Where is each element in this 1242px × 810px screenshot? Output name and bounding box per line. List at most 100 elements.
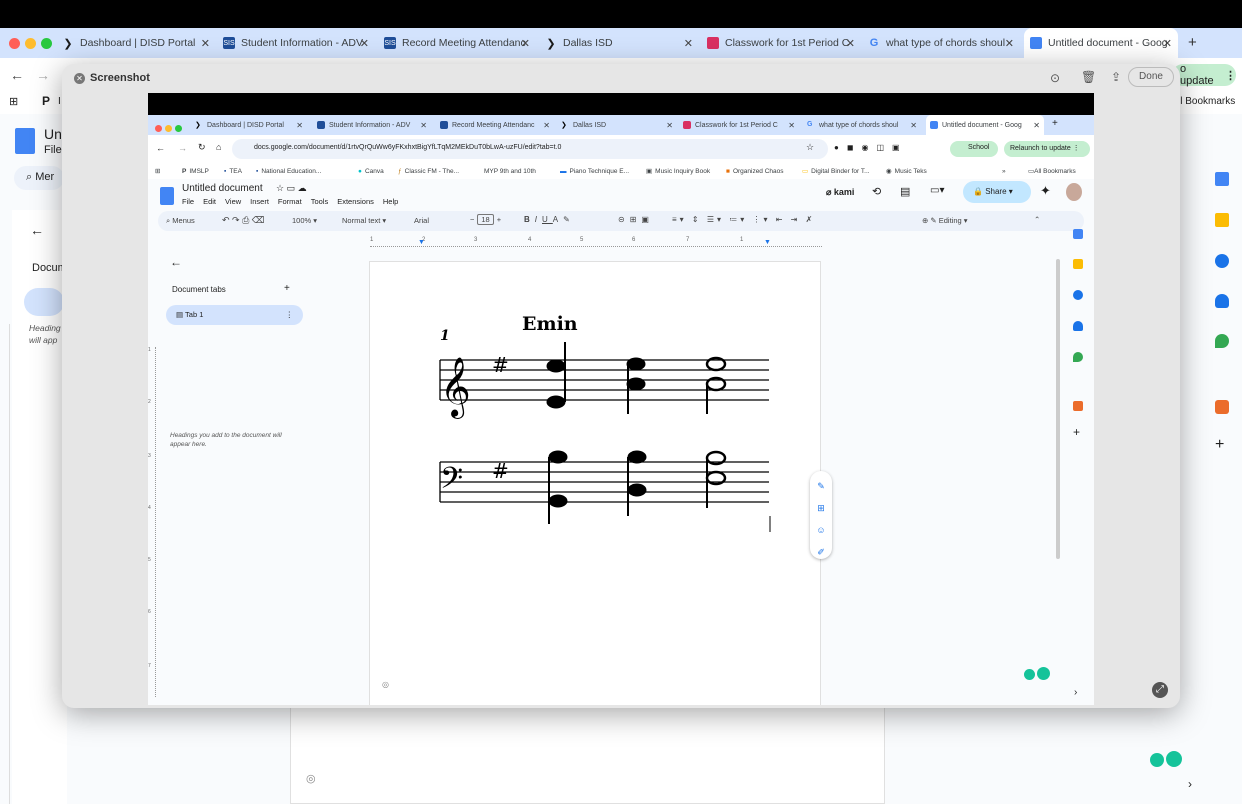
suggest-edit-icon[interactable]: ✐ — [810, 541, 832, 563]
chevron-right-icon[interactable]: › — [1188, 777, 1192, 791]
menu-extensions[interactable]: Extensions — [337, 197, 374, 206]
contacts-icon[interactable] — [1215, 294, 1229, 308]
style-select[interactable]: Normal text ▾ — [342, 216, 386, 225]
close-window-button[interactable] — [9, 38, 20, 49]
imslp-icon[interactable]: P — [42, 94, 50, 108]
insert-icons[interactable]: ⊝⊞▣ — [618, 215, 654, 224]
close-tab-icon[interactable]: ✕ — [684, 37, 693, 50]
close-tab-icon[interactable]: ✕ — [360, 37, 369, 50]
back-icon[interactable]: ← — [10, 67, 24, 83]
add-addon-icon[interactable]: + — [1215, 436, 1224, 454]
indent-marker-icon[interactable]: ▼ — [418, 239, 425, 246]
gemini-icon[interactable]: ✦ — [1040, 183, 1051, 199]
tab-1-item[interactable]: ▤ Tab 1 ⋮ — [166, 305, 303, 325]
collapse-icon[interactable]: ⌃ — [1034, 215, 1040, 224]
page-icon[interactable]: ◎ — [306, 772, 316, 785]
apps-icon[interactable]: ⊞ — [9, 95, 18, 108]
calendar-icon[interactable] — [1073, 229, 1083, 239]
avatar[interactable] — [1066, 183, 1082, 201]
all-bookmarks[interactable]: ▭ All Bookmarks — [1028, 163, 1076, 179]
browser-tab[interactable]: ❯ Dashboard | DISD Portal ✕ — [62, 28, 214, 58]
tasks-icon[interactable] — [1073, 290, 1083, 300]
font-select[interactable]: Arial — [414, 216, 429, 225]
trash-icon[interactable]: 🗑 — [1081, 70, 1096, 84]
add-comment-icon[interactable]: ⊞ — [810, 497, 832, 519]
add-tab-icon[interactable]: + — [284, 283, 290, 294]
contacts-icon[interactable] — [1073, 321, 1083, 331]
new-tab-button[interactable]: + — [1188, 34, 1197, 51]
bookmark[interactable]: ● Canva — [358, 163, 384, 179]
indent-marker-icon[interactable]: ▼ — [764, 239, 771, 246]
back-arrow-icon[interactable]: ← — [30, 222, 44, 238]
document-page[interactable]: 1 Emin 𝄞 # 𝄢 # ◎ — [369, 261, 821, 705]
editing-mode[interactable]: ⊕ ✎ Editing ▾ — [922, 216, 968, 225]
meet-icon[interactable]: ▭▾ — [930, 185, 944, 196]
docs-logo-icon[interactable] — [160, 187, 174, 205]
undo-redo-icons[interactable]: ↶ ↷ ⎙ ⌫ — [222, 215, 265, 226]
share-button[interactable]: 🔒 Share ▾ — [963, 181, 1031, 203]
chevron-right-icon[interactable]: › — [1074, 687, 1077, 698]
reload-icon[interactable]: ↻ — [198, 142, 206, 153]
office-icon[interactable] — [1073, 401, 1083, 411]
shot-new-tab-icon[interactable]: + — [1052, 118, 1058, 129]
bookmark[interactable]: ◉ Music Teks — [886, 163, 927, 179]
bookmark[interactable]: P IMSLP — [182, 163, 209, 179]
shot-tab[interactable]: Student Information - ADV ✕ — [317, 115, 429, 135]
zoom-select[interactable]: 100% ▾ — [292, 216, 317, 225]
home-icon[interactable]: ⌂ — [216, 142, 221, 152]
menu-tools[interactable]: Tools — [311, 197, 329, 206]
magic-edit-icon[interactable]: ✎ — [810, 475, 832, 497]
menu-help[interactable]: Help — [383, 197, 398, 206]
browser-tab[interactable]: Gwhat type of chords shoul ✕ — [868, 28, 1018, 58]
shot-tab-active[interactable]: Untitled document - Goog ✕ — [926, 115, 1044, 135]
browser-tab[interactable]: SIS Student Information - ADV ✕ — [223, 28, 373, 58]
shot-tab[interactable]: ❯ Dashboard | DISD Portal ✕ — [195, 115, 305, 135]
done-button[interactable]: Done — [1128, 67, 1174, 87]
expand-icon[interactable]: ⤢ — [1152, 682, 1168, 698]
bookmark[interactable]: ƒ Classic FM - The... — [398, 163, 459, 179]
menu-edit[interactable]: Edit — [203, 197, 216, 206]
update-button[interactable]: o update ⋮ — [1172, 63, 1236, 87]
tab1-partial[interactable] — [24, 288, 64, 316]
close-tab-icon[interactable]: ✕ — [201, 37, 210, 50]
bookmark[interactable]: ■ Organized Chaos — [726, 163, 784, 179]
menu-insert[interactable]: Insert — [250, 197, 269, 206]
share-icon[interactable]: ⇪ — [1111, 70, 1121, 84]
shot-tab[interactable]: Gwhat type of chords shoul ✕ — [807, 115, 919, 135]
forward-icon[interactable]: → — [36, 67, 50, 83]
star-icon[interactable]: ☆ — [806, 142, 814, 153]
browser-tab[interactable]: ❯ Dallas ISD ✕ — [545, 28, 697, 58]
school-profile[interactable]: School — [950, 141, 998, 157]
add-addon-icon[interactable]: + — [1073, 425, 1080, 439]
back-arrow-icon[interactable]: ← — [170, 255, 182, 269]
shot-tab[interactable]: ❯ Dallas ISD ✕ — [561, 115, 675, 135]
bookmark[interactable]: MYP 9th and 10th — [484, 163, 536, 179]
menu-format[interactable]: Format — [278, 197, 302, 206]
emoji-icon[interactable]: ☺ — [810, 519, 832, 541]
close-tab-icon[interactable]: ✕ — [846, 37, 855, 50]
bookmark[interactable]: ▭ Digital Binder for T... — [802, 163, 870, 179]
tasks-icon[interactable] — [1215, 254, 1229, 268]
relaunch-button[interactable]: Relaunch to update ⋮ — [1004, 141, 1090, 157]
close-tab-icon[interactable]: ✕ — [1163, 37, 1172, 50]
office-icon[interactable] — [1215, 400, 1229, 414]
browser-tab[interactable]: SIS Record Meeting Attendanc ✕ — [384, 28, 534, 58]
close-overlay-icon[interactable]: ✕ — [74, 73, 85, 84]
menu-file[interactable]: File — [182, 197, 194, 206]
doc-title[interactable]: Untitled document — [182, 183, 263, 194]
font-size-stepper[interactable]: −18 + — [470, 214, 501, 225]
keep-icon[interactable] — [1073, 259, 1083, 269]
scrollbar[interactable] — [1056, 259, 1060, 559]
title-icons[interactable]: ☆ ▭ ☁ — [276, 183, 307, 194]
history-icon[interactable]: ⟲ — [872, 185, 881, 198]
tab-options-icon[interactable]: ⋮ — [286, 310, 294, 319]
maps-icon[interactable] — [1073, 352, 1083, 362]
bookmark[interactable]: ▬ Piano Technique E... — [560, 163, 629, 179]
page-layout-icon[interactable]: ◎ — [382, 680, 389, 689]
shot-tab[interactable]: Record Meeting Attendanc ✕ — [440, 115, 552, 135]
markup-icon[interactable]: ⊙ — [1050, 71, 1060, 85]
menu-view[interactable]: View — [225, 197, 241, 206]
menus-search[interactable]: ⌕ Mer — [14, 166, 64, 190]
grammarly-icon[interactable] — [1024, 667, 1054, 681]
back-icon[interactable]: ← — [156, 143, 165, 153]
